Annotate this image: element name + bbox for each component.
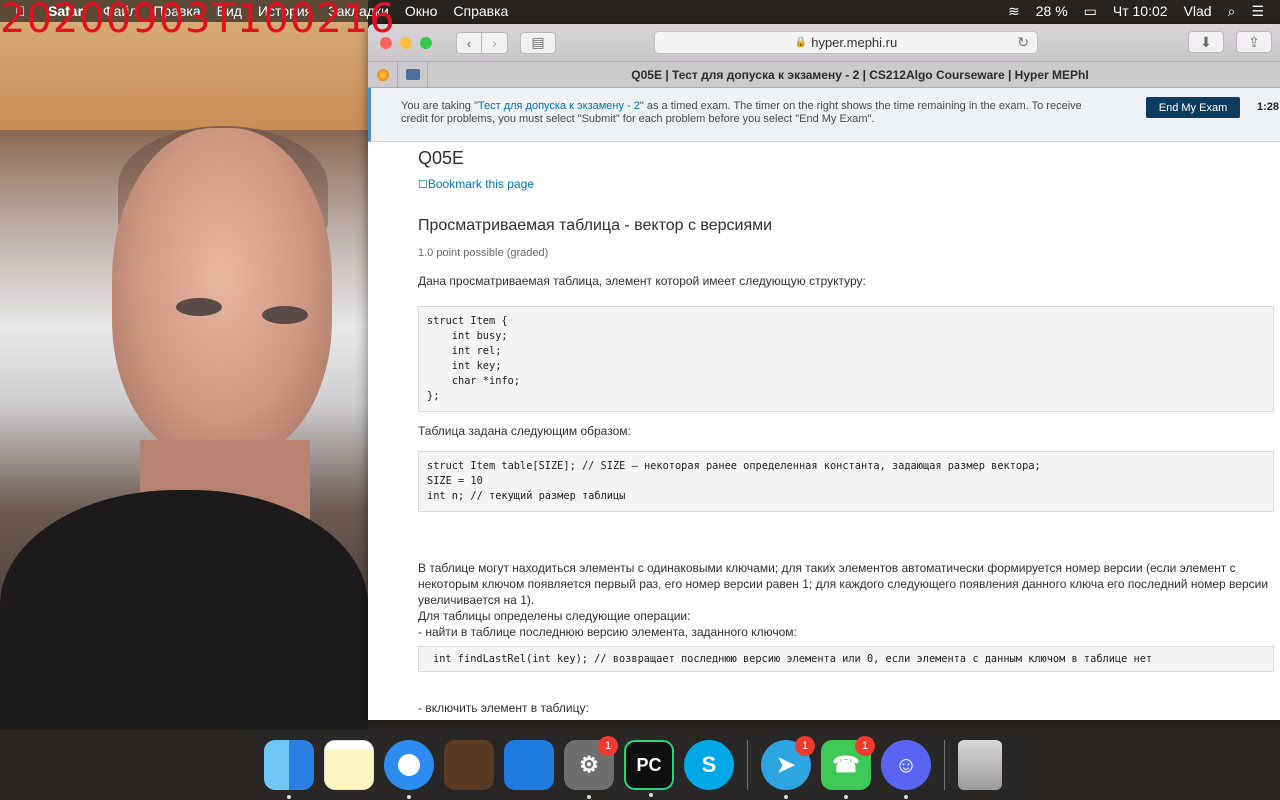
reload-icon[interactable]: ↻ [1017, 34, 1029, 51]
dock-finder-icon[interactable] [264, 740, 314, 799]
problem-title: Просматриваемая таблица - вектор с верси… [418, 217, 773, 234]
chevron-left-icon: ‹ [466, 34, 472, 51]
browser-toolbar: ‹ › ▤ 🔒 hyper.mephi.ru ↻ ⬇ ⇪ [368, 24, 1280, 62]
telegram-plane-icon: ➤ [776, 752, 796, 777]
dock-system-preferences-icon[interactable]: ⚙ 1 [564, 736, 618, 799]
pycharm-logo-icon: PC [636, 754, 662, 775]
bookmark-icon: ☐ [418, 179, 428, 191]
firefox-favicon-icon [376, 68, 389, 81]
dock-skype-icon[interactable]: S [684, 740, 734, 790]
dock-telegram-icon[interactable]: ➤ 1 [761, 736, 815, 799]
webcam-overlay [0, 0, 368, 730]
find-code-block: int findLastRel(int key); // возвращает … [418, 646, 1274, 672]
notification-badge: 1 [598, 736, 618, 756]
intro-text: Дана просматриваемая таблица, элемент ко… [418, 274, 866, 288]
table-definition-text: Таблица задана следующим образом: [418, 424, 631, 438]
gear-icon: ⚙ [579, 752, 599, 777]
menu-window[interactable]: Окно [397, 0, 446, 22]
end-exam-button[interactable]: End My Exam [1146, 97, 1240, 118]
running-indicator [407, 795, 411, 799]
download-icon: ⬇ [1200, 33, 1212, 50]
notification-center-icon[interactable]: ☰ [1243, 0, 1272, 22]
sidebar-icon: ▤ [531, 34, 545, 50]
zoom-window-button[interactable] [420, 36, 432, 49]
find-operation-text: - найти в таблице последнюю версию элеме… [418, 625, 797, 639]
exam-link[interactable]: Тест для допуска к экзамену - 2 [478, 100, 640, 112]
running-indicator [649, 793, 653, 797]
person-shirt [0, 490, 368, 730]
dock-pycharm-icon[interactable]: PC [624, 740, 674, 797]
pinned-tab-2[interactable] [398, 61, 428, 88]
lock-icon: 🔒 [794, 37, 808, 48]
dock-xcode-icon[interactable] [504, 740, 554, 790]
exam-notice: You are taking "Тест для допуска к экзам… [401, 100, 1101, 126]
operations-intro: Для таблицы определены следующие операци… [418, 609, 691, 623]
menu-help[interactable]: Справка [445, 0, 516, 22]
include-operation-text: - включить элемент в таблицу: [418, 701, 589, 715]
person-eye-left [176, 298, 222, 316]
safari-window: ‹ › ▤ 🔒 hyper.mephi.ru ↻ ⬇ ⇪ Q05E | Тест… [368, 24, 1280, 720]
table-code-block: struct Item table[SIZE]; // SIZE — некот… [418, 451, 1274, 512]
bookmark-label: Bookmark this page [427, 177, 534, 191]
share-icon: ⇪ [1248, 33, 1260, 50]
battery-icon[interactable]: ▭ [1076, 0, 1105, 22]
running-indicator [784, 795, 788, 799]
back-button[interactable]: ‹ [456, 31, 482, 54]
timed-exam-banner: You are taking "Тест для допуска к экзам… [368, 88, 1280, 142]
dock-trash-icon[interactable] [958, 740, 1002, 790]
dock-facetime-icon[interactable]: ☎ 1 [821, 736, 875, 799]
share-button[interactable]: ⇪ [1236, 31, 1272, 53]
wifi-icon[interactable]: ≋ [1000, 0, 1028, 22]
menu-clock[interactable]: Чт 10:02 [1105, 0, 1176, 22]
battery-percentage[interactable]: 28 % [1028, 0, 1076, 22]
downloads-button[interactable]: ⬇ [1188, 31, 1224, 53]
menu-user[interactable]: Vlad [1176, 0, 1220, 22]
running-indicator [287, 795, 291, 799]
unit-title: Q05E [418, 148, 465, 168]
dock-separator [747, 740, 748, 790]
active-tab-title[interactable]: Q05E | Тест для допуска к экзамену - 2 |… [440, 62, 1280, 88]
person-eye-right [262, 306, 308, 324]
spotlight-search-icon[interactable]: ⌕ [1220, 0, 1244, 22]
discord-logo-icon: ☺ [894, 752, 918, 777]
dock-garageband-icon[interactable] [444, 740, 494, 790]
status-area: ≋ 28 % ▭ Чт 10:02 Vlad ⌕ ☰ [1000, 0, 1272, 22]
recording-timestamp: 20200903T100216 [0, 0, 396, 42]
minimize-window-button[interactable] [400, 36, 412, 49]
problem-points: 1.0 point possible (graded) [418, 247, 549, 259]
dock-separator [944, 740, 945, 790]
exam-notice-text-start: You are taking " [401, 100, 478, 112]
phone-icon: ☎ [832, 752, 860, 777]
navigation-buttons: ‹ › [456, 31, 508, 54]
forward-button[interactable]: › [482, 31, 508, 54]
page-content: You are taking "Тест для допуска к экзам… [368, 88, 1280, 720]
notification-badge: 1 [795, 736, 815, 756]
dock-notes-icon[interactable] [324, 740, 374, 790]
notification-badge: 1 [855, 736, 875, 756]
address-bar[interactable]: 🔒 hyper.mephi.ru ↻ [654, 31, 1038, 54]
person-face [112, 128, 332, 458]
pinned-tab-1[interactable] [368, 61, 398, 88]
bookmark-link[interactable]: ☐Bookmark this page [418, 177, 1274, 191]
dock: ⚙ 1 PC S ➤ 1 ☎ 1 ☺ [249, 730, 1031, 800]
running-indicator [904, 795, 908, 799]
skype-logo-icon: S [701, 752, 717, 777]
chat-favicon-icon [405, 69, 420, 80]
versions-paragraph: В таблице могут находиться элементы с од… [418, 561, 1269, 607]
running-indicator [587, 795, 591, 799]
dock-safari-icon[interactable] [384, 740, 434, 799]
running-indicator [844, 795, 848, 799]
sidebar-button[interactable]: ▤ [520, 31, 556, 54]
chevron-right-icon: › [492, 34, 497, 51]
dock-discord-icon[interactable]: ☺ [881, 740, 931, 799]
exam-timer: 1:28: [1257, 101, 1280, 113]
struct-code-block: struct Item { int busy; int rel; int key… [418, 306, 1274, 412]
url-text: hyper.mephi.ru [811, 35, 898, 50]
problem-content: Q05E ☐Bookmark this page Просматриваемая… [418, 144, 1274, 720]
tab-bar: Q05E | Тест для допуска к экзамену - 2 |… [368, 61, 1280, 88]
